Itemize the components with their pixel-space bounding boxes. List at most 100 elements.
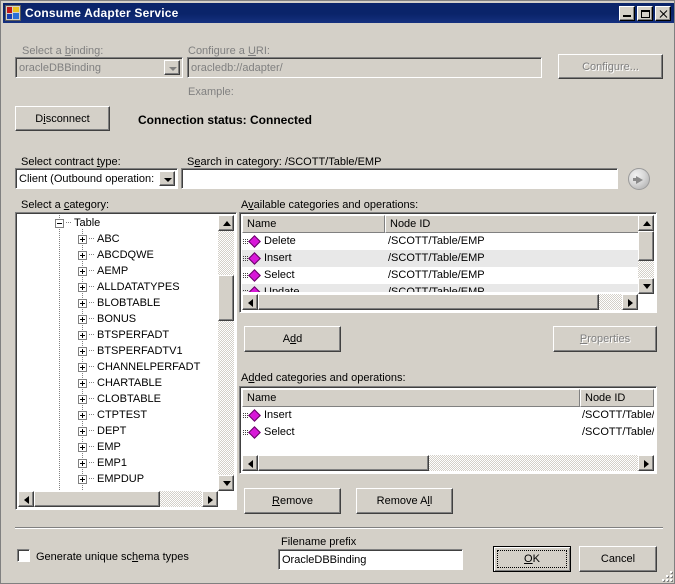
generate-unique-schema-label[interactable]: Generate unique schema types xyxy=(36,551,189,563)
tree-connector xyxy=(89,366,95,367)
resize-grip[interactable] xyxy=(660,569,672,581)
table-row[interactable]: Insert/SCOTT/Table/EM xyxy=(242,407,654,424)
filename-prefix-value: OracleDBBinding xyxy=(282,553,367,566)
table-row[interactable]: Update/SCOTT/Table/EMP xyxy=(242,284,654,292)
chevron-down-icon[interactable] xyxy=(164,60,180,75)
expand-plus-icon[interactable] xyxy=(78,251,87,260)
table-row[interactable]: Select/SCOTT/Table/EMP xyxy=(242,267,654,284)
operation-node-id: /SCOTT/Table/EMP xyxy=(388,286,485,292)
expand-plus-icon[interactable] xyxy=(78,267,87,276)
go-arrow-icon[interactable] xyxy=(628,168,650,190)
ok-button[interactable]: OK xyxy=(493,546,571,572)
minimize-button[interactable] xyxy=(619,5,635,21)
expand-plus-icon[interactable] xyxy=(78,475,87,484)
tree-connector xyxy=(89,334,95,335)
column-header-name[interactable]: Name xyxy=(242,215,385,233)
tree-item[interactable]: CHANNELPERFADT xyxy=(18,359,217,375)
tree-item[interactable]: DEPT xyxy=(18,423,217,439)
contract-type-label: Select contract type: xyxy=(21,156,121,168)
scroll-thumb[interactable] xyxy=(34,491,160,507)
scroll-right-button[interactable] xyxy=(638,455,654,471)
tree-item[interactable]: EMP xyxy=(18,439,217,455)
disconnect-button[interactable]: Di sconnect xyxy=(15,106,110,131)
configure-button[interactable]: Configure... xyxy=(558,54,663,79)
tree-connector xyxy=(89,414,95,415)
tree-item[interactable]: ABC xyxy=(18,231,217,247)
column-header-node-id[interactable]: Node ID xyxy=(580,389,654,407)
tree-item[interactable]: BLOBTABLE xyxy=(18,295,217,311)
table-row[interactable]: Insert/SCOTT/Table/EMP xyxy=(242,250,654,267)
close-button[interactable] xyxy=(655,5,671,21)
tree-vertical-scrollbar[interactable] xyxy=(218,215,234,491)
scroll-thumb[interactable] xyxy=(638,231,654,261)
tree-item[interactable]: Table xyxy=(18,215,217,231)
filename-prefix-input[interactable]: OracleDBBinding xyxy=(278,549,463,570)
available-horizontal-scrollbar[interactable] xyxy=(242,294,638,310)
remove-button[interactable]: Remove xyxy=(244,488,341,514)
tree-item[interactable]: ABCDQWE xyxy=(18,247,217,263)
remove-all-button[interactable]: Remove All xyxy=(356,488,453,514)
tree-connector xyxy=(89,478,95,479)
scroll-thumb[interactable] xyxy=(258,455,429,471)
added-horizontal-scrollbar[interactable] xyxy=(242,455,654,471)
expand-plus-icon[interactable] xyxy=(78,443,87,452)
generate-unique-schema-checkbox[interactable] xyxy=(17,549,30,562)
tree-item[interactable]: CTPTEST xyxy=(18,407,217,423)
tree-item[interactable]: CHARTABLE xyxy=(18,375,217,391)
contract-type-combo[interactable]: Client (Outbound operation: xyxy=(15,168,178,189)
tree-item[interactable]: AEMP xyxy=(18,263,217,279)
scroll-up-button[interactable] xyxy=(638,215,654,231)
expand-plus-icon[interactable] xyxy=(78,427,87,436)
scroll-up-button[interactable] xyxy=(218,215,234,231)
uri-field[interactable]: oracledb://adapter/ xyxy=(187,57,542,78)
tree-item[interactable]: BTSPERFADT xyxy=(18,327,217,343)
tree-item[interactable]: BONUS xyxy=(18,311,217,327)
tree-item[interactable]: BTSPERFADTV1 xyxy=(18,343,217,359)
scroll-right-button[interactable] xyxy=(202,491,218,507)
column-header-node-id[interactable]: Node ID xyxy=(385,215,654,233)
column-header-name[interactable]: Name xyxy=(242,389,580,407)
tree-item[interactable]: ALLDATATYPES xyxy=(18,279,217,295)
expand-plus-icon[interactable] xyxy=(78,459,87,468)
search-input[interactable] xyxy=(181,168,618,189)
binding-combo[interactable]: oracleDBBinding xyxy=(15,57,183,78)
expand-plus-icon[interactable] xyxy=(78,379,87,388)
tree-horizontal-scrollbar[interactable] xyxy=(18,491,218,507)
expand-plus-icon[interactable] xyxy=(78,331,87,340)
title-bar[interactable]: Consume Adapter Service xyxy=(3,3,674,23)
scroll-down-button[interactable] xyxy=(638,278,654,294)
cancel-button[interactable]: Cancel xyxy=(579,546,657,572)
tree-item[interactable]: EMPDUP xyxy=(18,471,217,487)
scroll-thumb[interactable] xyxy=(258,294,599,310)
chevron-down-icon[interactable] xyxy=(159,171,175,186)
expand-plus-icon[interactable] xyxy=(78,235,87,244)
expand-plus-icon[interactable] xyxy=(78,283,87,292)
available-vertical-scrollbar[interactable] xyxy=(638,215,654,294)
operation-name: Insert xyxy=(264,409,292,421)
expand-plus-icon[interactable] xyxy=(78,315,87,324)
scroll-left-button[interactable] xyxy=(242,294,258,310)
scroll-thumb[interactable] xyxy=(218,275,234,321)
add-button[interactable]: Add xyxy=(244,326,341,352)
properties-button[interactable]: Properties xyxy=(553,326,657,352)
expand-plus-icon[interactable] xyxy=(78,299,87,308)
table-row[interactable]: Select/SCOTT/Table/EM xyxy=(242,424,654,441)
table-row[interactable]: Delete/SCOTT/Table/EMP xyxy=(242,233,654,250)
scroll-down-button[interactable] xyxy=(218,475,234,491)
scroll-left-button[interactable] xyxy=(18,491,34,507)
available-list[interactable]: Name Node ID Delete/SCOTT/Table/EMP Inser… xyxy=(239,212,657,313)
added-list[interactable]: Name Node ID Insert/SCOTT/Table/EMSelect… xyxy=(239,386,657,474)
operation-node-id: /SCOTT/Table/EMP xyxy=(388,252,485,264)
tree-item[interactable]: EMPTYTABLE xyxy=(18,487,217,490)
tree-item[interactable]: EMP1 xyxy=(18,455,217,471)
scroll-left-button[interactable] xyxy=(242,455,258,471)
expand-plus-icon[interactable] xyxy=(78,347,87,356)
expand-plus-icon[interactable] xyxy=(78,363,87,372)
maximize-button[interactable] xyxy=(637,5,653,21)
category-tree[interactable]: Table ABC ABCDQWE AEMP ALLDATATYPES BLOBTABLE… xyxy=(15,212,237,510)
collapse-minus-icon[interactable] xyxy=(55,219,64,228)
tree-item[interactable]: CLOBTABLE xyxy=(18,391,217,407)
expand-plus-icon[interactable] xyxy=(78,395,87,404)
expand-plus-icon[interactable] xyxy=(78,411,87,420)
scroll-right-button[interactable] xyxy=(622,294,638,310)
